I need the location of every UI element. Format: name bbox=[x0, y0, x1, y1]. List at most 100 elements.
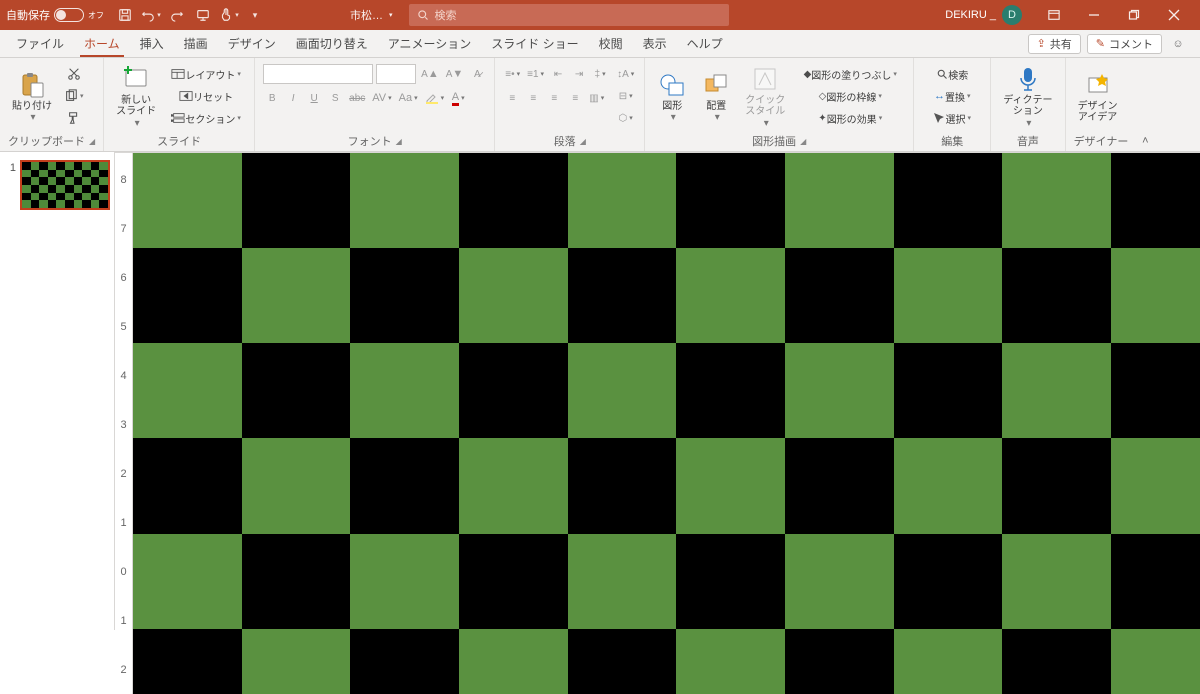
tab-transitions[interactable]: 画面切り替え bbox=[286, 30, 378, 57]
reset-button[interactable]: リセット bbox=[166, 86, 246, 106]
tab-insert[interactable]: 挿入 bbox=[130, 30, 174, 57]
redo-button[interactable] bbox=[166, 4, 188, 26]
decrease-font-button[interactable]: A▼ bbox=[444, 64, 466, 84]
change-case-button[interactable]: Aa▾ bbox=[397, 88, 420, 108]
clear-formatting-button[interactable]: A̷ bbox=[468, 64, 486, 84]
cut-button[interactable] bbox=[62, 64, 86, 84]
undo-button[interactable]: ▾ bbox=[140, 4, 162, 26]
align-left-button[interactable]: ≡ bbox=[503, 88, 521, 108]
tab-review[interactable]: 校閲 bbox=[589, 30, 633, 57]
group-clipboard: 貼り付け▾ ▾ クリップボード◢ bbox=[0, 58, 104, 151]
dialog-launcher-icon[interactable]: ◢ bbox=[396, 137, 402, 146]
align-center-button[interactable]: ≡ bbox=[524, 88, 542, 108]
group-label-clipboard: クリップボード◢ bbox=[8, 132, 95, 149]
slide-thumbnail-panel[interactable]: 1 bbox=[0, 152, 115, 630]
shape-outline-button[interactable]: ◇図形の枠線▾ bbox=[795, 86, 905, 106]
slide-canvas[interactable] bbox=[133, 153, 1200, 694]
increase-indent-button[interactable]: ⇥ bbox=[570, 64, 588, 84]
numbering-button[interactable]: ≡1▾ bbox=[525, 64, 546, 84]
ribbon-display-options[interactable] bbox=[1034, 0, 1074, 30]
vertical-ruler[interactable]: 87654321012 bbox=[115, 153, 133, 694]
smartart-convert-button[interactable]: ⬡▾ bbox=[615, 108, 636, 128]
columns-button[interactable]: ▥▾ bbox=[587, 88, 606, 108]
touch-mode-icon[interactable]: ▾ bbox=[218, 4, 240, 26]
document-title[interactable]: 市松…▾ bbox=[350, 7, 393, 23]
text-direction-button[interactable]: ↕A▾ bbox=[615, 64, 636, 84]
group-label-designer: デザイナー bbox=[1074, 132, 1129, 149]
dialog-launcher-icon[interactable]: ◢ bbox=[580, 137, 586, 146]
group-label-slides: スライド bbox=[112, 132, 246, 149]
tab-slideshow[interactable]: スライド ショー bbox=[481, 30, 588, 57]
dialog-launcher-icon[interactable]: ◢ bbox=[800, 137, 806, 146]
feedback-smiley-icon[interactable]: ☺ bbox=[1168, 34, 1188, 54]
slide-content[interactable] bbox=[133, 153, 1200, 694]
tab-file[interactable]: ファイル bbox=[6, 30, 74, 57]
bold-button[interactable]: B bbox=[263, 88, 281, 108]
qat-customize[interactable]: ▾ bbox=[244, 4, 266, 26]
highlight-button[interactable]: ▾ bbox=[423, 88, 447, 108]
layout-button[interactable]: レイアウト▾ bbox=[166, 64, 246, 84]
select-button[interactable]: 選択▾ bbox=[922, 108, 982, 128]
user-account[interactable]: DEKIRU _ D bbox=[945, 5, 1022, 25]
minimize-button[interactable] bbox=[1074, 0, 1114, 30]
shape-fill-button[interactable]: ◆図形の塗りつぶし▾ bbox=[795, 64, 905, 84]
italic-button[interactable]: I bbox=[284, 88, 302, 108]
bullets-button[interactable]: ≡•▾ bbox=[503, 64, 522, 84]
shape-effects-button[interactable]: ✦図形の効果▾ bbox=[795, 108, 905, 128]
line-spacing-button[interactable]: ‡▾ bbox=[591, 64, 609, 84]
group-slides: 新しいスライド▾ レイアウト▾ リセット セクション▾ スライド bbox=[104, 58, 255, 151]
group-paragraph: ≡•▾ ≡1▾ ⇤ ⇥ ‡▾ ≡ ≡ ≡ ≡ ▥▾ ↕A▾ ⊟▾ ⬡▾ bbox=[495, 58, 645, 151]
copy-button[interactable]: ▾ bbox=[62, 86, 86, 106]
shapes-button[interactable]: 図形▾ bbox=[653, 64, 691, 130]
format-painter-button[interactable] bbox=[62, 108, 86, 128]
dictate-button[interactable]: ディクテーション▾ bbox=[999, 64, 1056, 130]
username: DEKIRU _ bbox=[945, 9, 996, 21]
tab-view[interactable]: 表示 bbox=[633, 30, 677, 57]
group-drawing: 図形▾ 配置▾ クイックスタイル▾ ◆図形の塗りつぶし▾ ◇図形の枠線▾ ✦図形… bbox=[645, 58, 914, 151]
comments-button[interactable]: ✎コメント bbox=[1087, 34, 1162, 54]
paste-button[interactable]: 貼り付け▾ bbox=[8, 64, 56, 130]
search-icon bbox=[417, 9, 429, 21]
char-spacing-button[interactable]: AV▾ bbox=[370, 88, 393, 108]
font-size-select[interactable] bbox=[376, 64, 416, 84]
shadow-button[interactable]: S bbox=[326, 88, 344, 108]
find-button[interactable]: 検索 bbox=[922, 64, 982, 84]
group-label-editing: 編集 bbox=[922, 132, 982, 149]
maximize-button[interactable] bbox=[1114, 0, 1154, 30]
increase-font-button[interactable]: A▲ bbox=[419, 64, 441, 84]
share-button[interactable]: ⇪共有 bbox=[1028, 34, 1081, 54]
slide-thumbnail-1[interactable]: 1 bbox=[4, 160, 110, 210]
decrease-indent-button[interactable]: ⇤ bbox=[549, 64, 567, 84]
autosave-toggle[interactable]: 自動保存 オフ bbox=[6, 7, 104, 23]
align-text-button[interactable]: ⊟▾ bbox=[615, 86, 636, 106]
section-button[interactable]: セクション▾ bbox=[166, 108, 246, 128]
collapse-ribbon-button[interactable]: ˄ bbox=[1136, 58, 1154, 151]
strikethrough-button[interactable]: abc bbox=[347, 88, 367, 108]
quick-access-toolbar: 自動保存 オフ ▾ ▾ ▾ bbox=[6, 4, 266, 26]
font-color-button[interactable]: A▾ bbox=[449, 88, 467, 108]
group-editing: 検索 ↔置換▾ 選択▾ 編集 bbox=[914, 58, 991, 151]
tab-animations[interactable]: アニメーション bbox=[378, 30, 482, 57]
font-family-select[interactable] bbox=[263, 64, 373, 84]
dialog-launcher-icon[interactable]: ◢ bbox=[89, 137, 95, 146]
tab-home[interactable]: ホーム bbox=[74, 30, 130, 57]
align-right-button[interactable]: ≡ bbox=[545, 88, 563, 108]
justify-button[interactable]: ≡ bbox=[566, 88, 584, 108]
replace-button[interactable]: ↔置換▾ bbox=[922, 86, 982, 106]
group-font: A▲ A▼ A̷ B I U S abc AV▾ Aa▾ ▾ A▾ フォント◢ bbox=[255, 58, 495, 151]
underline-button[interactable]: U bbox=[305, 88, 323, 108]
close-button[interactable] bbox=[1154, 0, 1194, 30]
new-slide-button[interactable]: 新しいスライド▾ bbox=[112, 64, 160, 130]
search-box[interactable]: 検索 bbox=[409, 4, 729, 26]
tab-help[interactable]: ヘルプ bbox=[677, 30, 733, 57]
toggle-off-icon bbox=[54, 8, 84, 22]
quick-styles-button[interactable]: クイックスタイル▾ bbox=[741, 64, 789, 130]
arrange-button[interactable]: 配置▾ bbox=[697, 64, 735, 130]
tab-design[interactable]: デザイン bbox=[218, 30, 286, 57]
avatar: D bbox=[1002, 5, 1022, 25]
tab-draw[interactable]: 描画 bbox=[174, 30, 218, 57]
slideshow-start-icon[interactable] bbox=[192, 4, 214, 26]
slide-number: 1 bbox=[4, 160, 16, 210]
save-icon[interactable] bbox=[114, 4, 136, 26]
design-ideas-button[interactable]: デザインアイデア bbox=[1074, 64, 1122, 130]
